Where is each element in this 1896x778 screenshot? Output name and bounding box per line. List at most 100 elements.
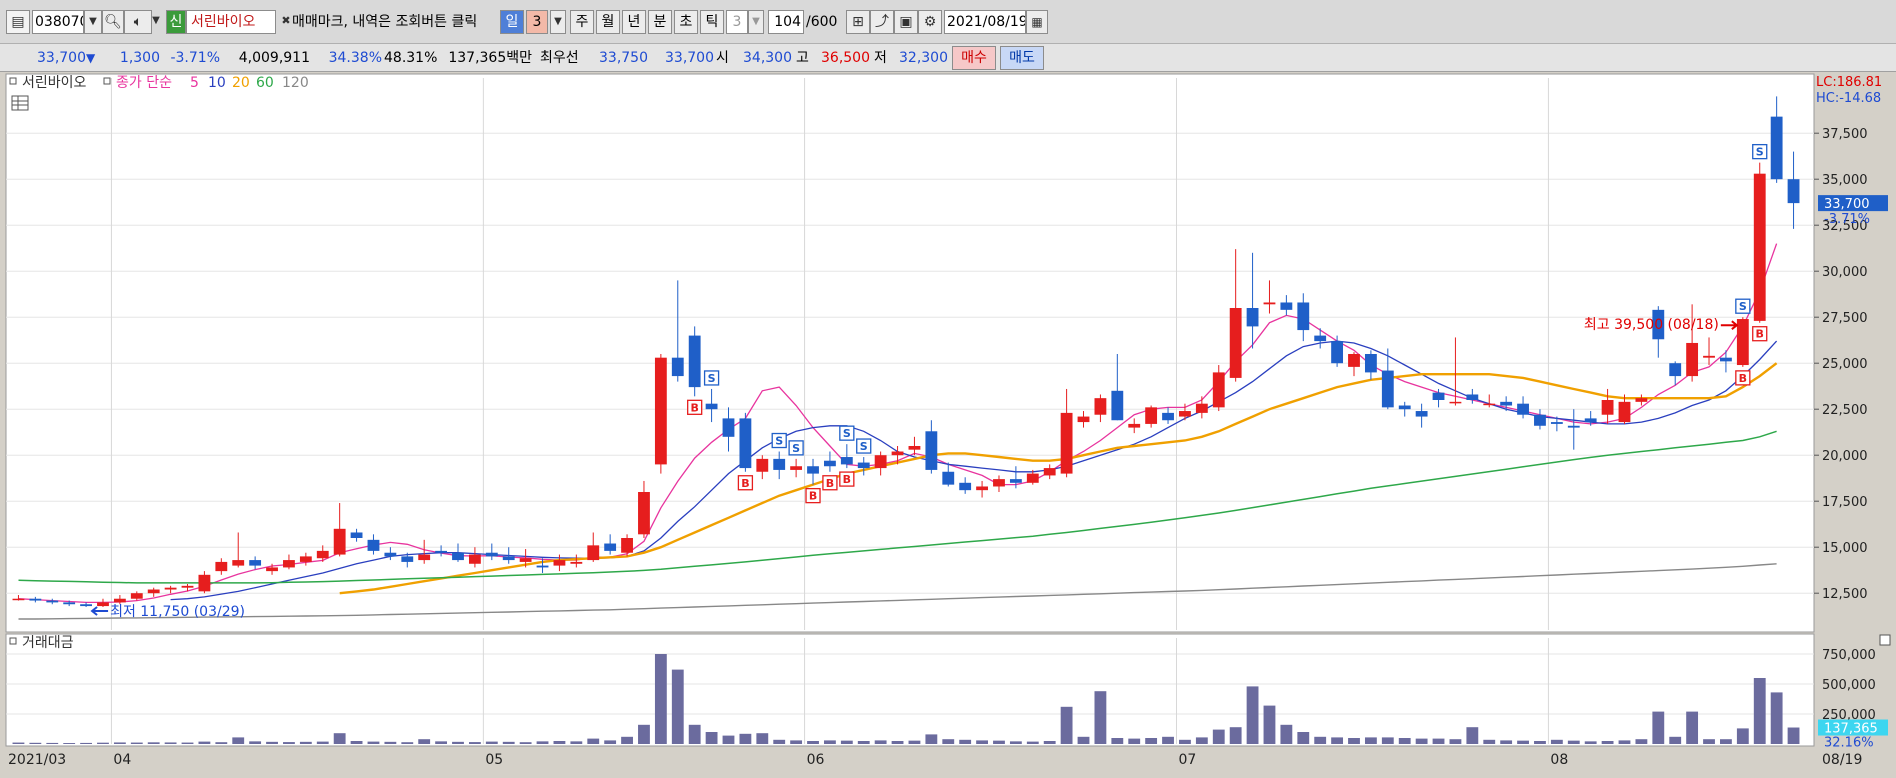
save-icon[interactable]: ▣ [894, 10, 918, 34]
candle-body [536, 565, 549, 568]
sound-dropdown-icon[interactable]: ▼ [150, 10, 162, 32]
candle-body [1145, 407, 1158, 424]
volume-bar [993, 740, 1005, 744]
window-menu-icon[interactable]: ▤ [6, 10, 30, 34]
stock-chart[interactable]: SBBSSBBSBSSBSB 12,50015,00017,50020,0002… [0, 72, 1896, 774]
trade-mark-icon: ✖ [281, 14, 291, 27]
volume-bar [1398, 738, 1411, 744]
volume-bar [1601, 741, 1614, 744]
lc-label: LC:186.81 [1816, 75, 1882, 90]
volume-bar [688, 724, 701, 744]
line-tool-icon[interactable]: ⤴ [870, 10, 894, 34]
sell-button[interactable]: 매도 [1000, 46, 1044, 70]
period-year-button[interactable]: 년 [622, 10, 646, 34]
period-day-button[interactable]: 일 [500, 10, 524, 34]
legend-stock-name[interactable]: 서린바이오 [22, 75, 87, 91]
legend-ma120[interactable]: 120 [282, 75, 309, 91]
y-tick-label: 30,000 [1822, 265, 1868, 280]
legend-ma10[interactable]: 10 [208, 75, 226, 91]
candle-body [638, 492, 650, 535]
volume-bar [215, 742, 228, 744]
day-count-dropdown-icon[interactable]: ▼ [550, 10, 566, 34]
volume-bar [1584, 741, 1597, 744]
candle-body [1415, 411, 1428, 417]
stock-code-input[interactable]: 038070 [32, 10, 84, 34]
code-dropdown-icon[interactable]: ▼ [84, 10, 102, 34]
legend-volume-title[interactable]: 거래대금 [22, 635, 74, 651]
candle-body [1466, 394, 1479, 400]
candle-body [1483, 403, 1496, 406]
candle-body [1314, 335, 1327, 342]
volume-bar [553, 741, 566, 744]
legend-ma60[interactable]: 60 [256, 75, 274, 91]
candle-body [1500, 401, 1513, 406]
candle-body [1009, 479, 1022, 483]
search-icon[interactable]: 🔍︎ [102, 10, 124, 34]
candle-body [215, 561, 228, 572]
y-tick-label: 22,500 [1822, 403, 1868, 418]
zoom-in-icon[interactable]: ⊞ [846, 10, 870, 34]
sound-icon[interactable]: 🔈︎ [124, 10, 152, 34]
volume-bar [435, 741, 448, 744]
candle-body [722, 418, 735, 437]
candle-body [1550, 422, 1563, 424]
volume-bar [1043, 741, 1056, 744]
x-tick-label: 07 [1178, 752, 1196, 768]
y-tick-label: 25,000 [1822, 357, 1868, 372]
buy-button[interactable]: 매수 [952, 46, 996, 70]
volume-bar [333, 733, 346, 744]
candle-body [908, 446, 921, 450]
candle-body [824, 460, 836, 467]
volume-bar [519, 742, 532, 744]
panel-restore-icon[interactable] [1879, 634, 1891, 646]
volume-bar [384, 741, 397, 744]
candle-body [1263, 302, 1276, 305]
period-tick-button[interactable]: 틱 [700, 10, 724, 34]
volume-bar [181, 742, 194, 744]
volume-bar [46, 742, 59, 744]
volume-bar [1263, 705, 1276, 744]
volume-bar [570, 741, 583, 744]
candle-body [942, 471, 955, 485]
candle-body [553, 560, 566, 566]
bar-count-input[interactable]: 104 [768, 10, 804, 34]
period-month-button[interactable]: 월 [596, 10, 620, 34]
legend-ma5[interactable]: 5 [190, 75, 199, 91]
table-toggle-icon[interactable] [11, 95, 29, 111]
period-week-button[interactable]: 주 [570, 10, 594, 34]
tick-dropdown-icon[interactable]: ▼ [748, 10, 764, 34]
candle-body [46, 600, 59, 603]
candle-body [164, 587, 177, 590]
candle-body [1094, 398, 1107, 415]
candle-body [739, 418, 752, 469]
date-input[interactable]: 2021/08/19 [944, 10, 1026, 34]
x-end-label: 08/19 [1822, 752, 1862, 768]
candle-body [12, 598, 25, 601]
volume-bar [1026, 741, 1039, 744]
candle-body [1381, 370, 1394, 408]
chart-area[interactable]: SBBSSBBSBSSBSB 12,500 15,000 17,500 20,000 2… [0, 72, 1896, 774]
stock-name-field[interactable]: 서린바이오 [186, 10, 276, 34]
legend-ma-title[interactable]: 종가 단순 [116, 75, 172, 91]
candle-body [418, 554, 431, 561]
period-day-count[interactable]: 3 [526, 10, 548, 34]
volume-bar [1195, 737, 1208, 744]
candle-body [874, 455, 887, 469]
period-minute-button[interactable]: 분 [648, 10, 672, 34]
calendar-icon[interactable]: ▦ [1026, 10, 1048, 34]
volume-bar [1703, 739, 1715, 744]
volume-bar [1736, 728, 1749, 744]
volume-bar [1534, 741, 1546, 744]
tick-count-field[interactable]: 3 [726, 10, 748, 34]
open-label: 시 [716, 50, 729, 66]
volume-bar [604, 740, 617, 744]
candle-body [1432, 392, 1445, 400]
volume-bar [452, 741, 464, 744]
volume-tick-label: 500,000 [1822, 678, 1876, 693]
period-second-button[interactable]: 초 [674, 10, 698, 34]
candle-body [1686, 342, 1699, 377]
candle-body [1534, 414, 1546, 426]
legend-ma20[interactable]: 20 [232, 75, 250, 91]
high-annotation: 최고 39,500 (08/18) [1584, 317, 1719, 333]
gear-icon[interactable]: ⚙ [918, 10, 942, 34]
